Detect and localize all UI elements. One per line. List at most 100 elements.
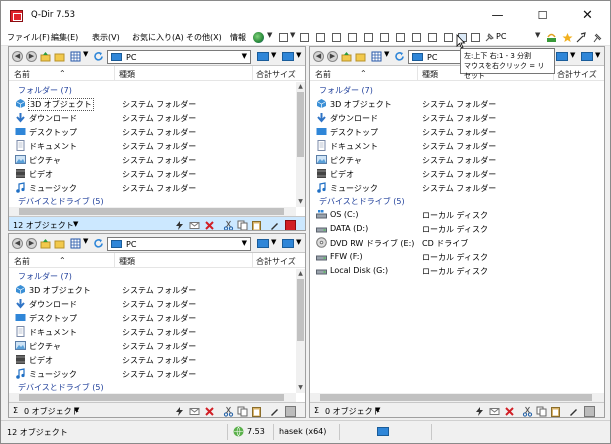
location-label[interactable]: PC (496, 32, 506, 41)
list-item[interactable]: ピクチャ システム フォルダー (316, 153, 596, 167)
pc-view-icon[interactable] (282, 52, 294, 61)
pane-top-left[interactable]: ◀ ▶ ▼ PC ▼ ▼ ▼ ⌃ 名前 種類 合計サイズ フォルダー (7) 3… (8, 46, 306, 231)
copy-icon[interactable] (536, 406, 547, 417)
pc-view-icon[interactable] (581, 52, 593, 61)
chevron-down-icon[interactable]: ▼ (296, 51, 301, 59)
column-divider[interactable] (114, 66, 115, 80)
chevron-down-icon[interactable]: ▼ (290, 31, 295, 39)
scroll-up-icon[interactable]: ▲ (297, 270, 304, 277)
view-grid-icon[interactable] (371, 51, 382, 62)
address-bar[interactable]: PC ▼ (107, 50, 251, 64)
layout-6-icon[interactable] (380, 33, 389, 42)
column-type[interactable]: 種類 (422, 69, 438, 80)
pin-icon[interactable] (484, 32, 495, 43)
forward-button[interactable]: ▶ (327, 51, 338, 62)
layout-3-icon[interactable] (332, 33, 341, 42)
rename-icon[interactable] (568, 406, 579, 417)
list-item[interactable]: ドキュメント システム フォルダー (316, 139, 596, 153)
paste-icon[interactable] (251, 406, 262, 417)
chevron-down-icon[interactable]: ▼ (83, 50, 88, 58)
pane-option-icon[interactable] (584, 406, 595, 417)
back-button[interactable]: ◀ (12, 238, 23, 249)
mail-icon[interactable] (489, 406, 500, 417)
refresh-icon[interactable] (93, 238, 104, 249)
delete-icon[interactable] (204, 220, 215, 231)
chevron-down-icon[interactable]: ▼ (271, 238, 276, 246)
horizontal-scrollbar[interactable] (310, 393, 604, 402)
list-item[interactable]: ドキュメント システム フォルダー (15, 325, 285, 339)
column-size[interactable]: 合計サイズ (256, 256, 296, 267)
monitor-icon[interactable] (377, 427, 389, 436)
layout-7-icon[interactable] (396, 33, 405, 42)
pc-view-icon[interactable] (556, 52, 568, 61)
refresh-icon[interactable] (394, 51, 405, 62)
rename-icon[interactable] (269, 406, 280, 417)
list-item[interactable]: ビデオ システム フォルダー (15, 353, 285, 367)
column-type[interactable]: 種類 (119, 69, 135, 80)
scrollbar-thumb[interactable] (19, 208, 284, 215)
scroll-down-icon[interactable]: ▼ (297, 198, 304, 205)
paste-icon[interactable] (550, 406, 561, 417)
list-item[interactable]: ミュージック システム フォルダー (15, 367, 285, 381)
menu-favorites[interactable]: お気に入り(A) (132, 32, 184, 43)
column-size[interactable]: 合計サイズ (256, 69, 296, 80)
list-item[interactable]: ドキュメント システム フォルダー (15, 139, 285, 153)
refresh-icon[interactable] (93, 51, 104, 62)
scroll-up-icon[interactable]: ▲ (297, 83, 304, 90)
title-bar[interactable]: Q-Dir 7.53 — ☐ ✕ (1, 1, 610, 30)
scrollbar-thumb[interactable] (320, 394, 592, 401)
pc-view-icon[interactable] (257, 239, 269, 248)
close-button[interactable]: ✕ (565, 1, 610, 30)
mail-icon[interactable] (189, 406, 200, 417)
list-item[interactable]: ビデオ システム フォルダー (316, 167, 596, 181)
list-item[interactable]: OS (C:) ローカル ディスク (316, 208, 596, 222)
column-size[interactable]: 合計サイズ (557, 69, 597, 80)
globe-icon[interactable] (253, 32, 264, 43)
lightning-icon[interactable] (174, 406, 185, 417)
back-button[interactable]: ◀ (313, 51, 324, 62)
up-folder-icon[interactable] (341, 51, 352, 62)
delete-icon[interactable] (204, 406, 215, 417)
layout-1-icon[interactable] (300, 33, 309, 42)
list-item[interactable]: ミュージック システム フォルダー (15, 181, 285, 195)
menu-extras[interactable]: その他(X) (186, 32, 222, 43)
list-item[interactable]: 3D オブジェクト システム フォルダー (15, 97, 285, 111)
forward-button[interactable]: ▶ (26, 238, 37, 249)
scrollbar-thumb[interactable] (297, 279, 304, 341)
layout-10-icon[interactable] (444, 33, 453, 42)
group-header-drives[interactable]: デバイスとドライブ (5) (319, 196, 405, 207)
pc-view-icon[interactable] (282, 239, 294, 248)
rename-icon[interactable] (269, 220, 280, 231)
column-divider[interactable] (252, 253, 253, 267)
delete-icon[interactable] (504, 406, 515, 417)
list-item[interactable]: FFW (F:) ローカル ディスク (316, 250, 596, 264)
cut-icon[interactable] (522, 406, 533, 417)
column-type[interactable]: 種類 (119, 256, 135, 267)
cut-icon[interactable] (223, 406, 234, 417)
chevron-down-icon[interactable]: ▼ (242, 52, 247, 60)
chevron-down-icon[interactable]: ▼ (375, 406, 380, 414)
list-item[interactable]: デスクトップ システム フォルダー (15, 125, 285, 139)
pane-right[interactable]: ◀ ▶ ▼ PC ▼ ▼ ▼ ⌃ 名前 種類 合計サイズ フォルダー (7) (309, 46, 605, 418)
layout-icon[interactable] (279, 33, 288, 42)
list-item[interactable]: 3D オブジェクト システム フォルダー (15, 283, 285, 297)
column-name[interactable]: 名前 (14, 69, 30, 80)
scrollbar-thumb[interactable] (297, 92, 304, 157)
menu-edit[interactable]: 編集(E) (51, 32, 78, 43)
group-header-drives[interactable]: デバイスとドライブ (5) (18, 196, 104, 207)
network-icon[interactable] (546, 32, 557, 43)
forward-button[interactable]: ▶ (26, 51, 37, 62)
group-header-folders[interactable]: フォルダー (7) (18, 271, 72, 282)
layout-2-icon[interactable] (316, 33, 325, 42)
pane-option-icon[interactable] (285, 406, 296, 417)
menu-file[interactable]: ファイル(F) (7, 32, 50, 43)
pc-view-icon[interactable] (257, 52, 269, 61)
layout-8-icon[interactable] (412, 33, 421, 42)
chevron-down-icon[interactable]: ▼ (296, 238, 301, 246)
list-item[interactable]: ピクチャ システム フォルダー (15, 153, 285, 167)
mail-icon[interactable] (189, 220, 200, 231)
paste-icon[interactable] (251, 220, 262, 231)
copy-icon[interactable] (237, 406, 248, 417)
lightning-icon[interactable] (174, 220, 185, 231)
list-item[interactable]: DATA (D:) ローカル ディスク (316, 222, 596, 236)
